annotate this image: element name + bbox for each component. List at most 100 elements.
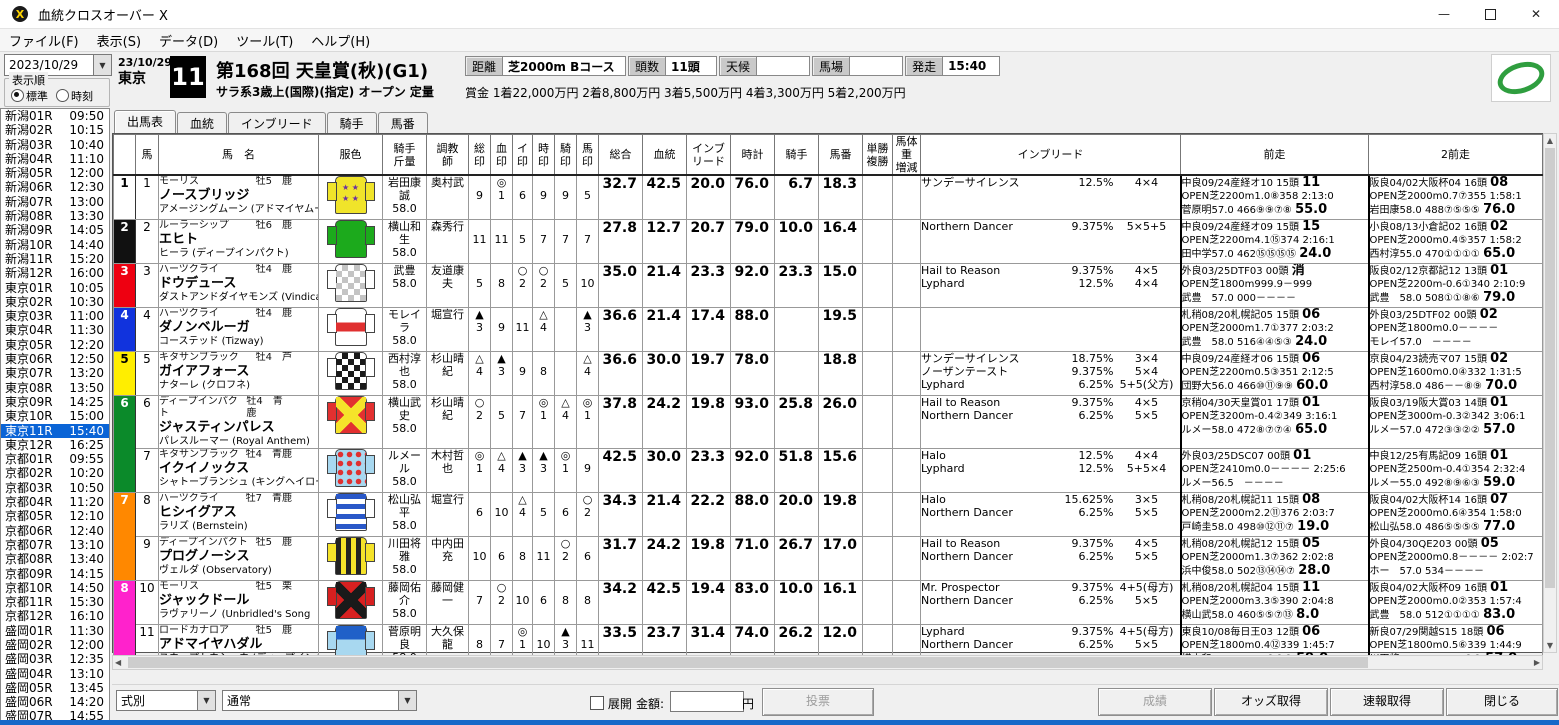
- close-button[interactable]: ✕: [1513, 0, 1559, 28]
- bet-mode-select[interactable]: 通常 ▼: [222, 690, 417, 711]
- race-list-item[interactable]: 新潟10R 14:40: [1, 238, 109, 252]
- race-list-item[interactable]: 新潟11R 15:20: [1, 252, 109, 266]
- horse-row[interactable]: 4 4 ハーツクライ 牡4 鹿 ダノンベルーガ コーステッド (Tizway) …: [113, 307, 1543, 352]
- horse-row[interactable]: 2 2 ルーラーシップ 牡6 鹿 エヒト ヒーラ (ディープインパクト) 横山和…: [113, 219, 1543, 264]
- race-list-item[interactable]: 新潟05R 12:00: [1, 166, 109, 180]
- amount-input[interactable]: [670, 691, 744, 712]
- race-list-item[interactable]: 京都02R 10:20: [1, 466, 109, 480]
- scroll-left-icon[interactable]: ◀: [115, 656, 121, 669]
- race-list-item[interactable]: 京都03R 10:50: [1, 481, 109, 495]
- horizontal-scroll-thumb[interactable]: [128, 657, 1368, 668]
- close-race-button[interactable]: 閉じる: [1446, 688, 1558, 716]
- race-list-item[interactable]: 京都04R 11:20: [1, 495, 109, 509]
- tab-inbreed[interactable]: インブリード: [228, 112, 326, 133]
- race-list-item[interactable]: 京都07R 13:10: [1, 538, 109, 552]
- vertical-scrollbar[interactable]: ▲ ▼: [1543, 133, 1557, 653]
- race-list-item[interactable]: 京都11R 15:30: [1, 595, 109, 609]
- horse-row[interactable]: 3 3 ハーツクライ 牡4 鹿 ドウデュース ダストアンドダイヤモンズ (Vin…: [113, 263, 1543, 308]
- menu-view[interactable]: 表示(S): [88, 29, 150, 52]
- mark-jockey-cell: 7: [554, 219, 577, 264]
- sire-name: キタサンブラック: [159, 352, 239, 364]
- scroll-right-icon[interactable]: ▶: [1534, 656, 1540, 669]
- horse-name-cell: キタサンブラック 牡4 青鹿 イクイノックス シャトーブランシュ (キングヘイロ…: [158, 448, 319, 493]
- dam-name: ダストアンドダイヤモンズ (Vindica: [159, 292, 319, 303]
- order-standard-radio[interactable]: 標準: [11, 88, 48, 104]
- race-list-item[interactable]: 新潟07R 13:00: [1, 195, 109, 209]
- race-list-item[interactable]: 新潟01R 09:50: [1, 109, 109, 123]
- race-list[interactable]: 新潟01R 09:50 新潟02R 10:15 新潟03R 10:40 新潟04R 11:10…: [0, 108, 110, 725]
- race-list-item[interactable]: 盛岡01R 11:30: [1, 624, 109, 638]
- jockey-cell: モレイラ 58.0: [382, 307, 427, 352]
- mark-overall-cell: 10: [468, 536, 491, 581]
- horse-row[interactable]: 5 5 キタサンブラック 牡4 芦 ガイアフォース ナターレ (クロフネ) 西村…: [113, 351, 1543, 396]
- race-list-item[interactable]: 京都08R 13:40: [1, 552, 109, 566]
- race-list-item[interactable]: 京都12R 16:10: [1, 609, 109, 623]
- race-list-item[interactable]: 京都06R 12:40: [1, 524, 109, 538]
- race-list-item[interactable]: 新潟04R 11:10: [1, 152, 109, 166]
- menu-help[interactable]: ヘルプ(H): [302, 29, 379, 52]
- race-list-item[interactable]: 東京07R 13:20: [1, 366, 109, 380]
- results-button[interactable]: 成績: [1098, 688, 1212, 716]
- scroll-up-icon[interactable]: ▲: [1544, 134, 1556, 147]
- race-list-item[interactable]: 盛岡03R 12:35: [1, 652, 109, 666]
- race-list-item[interactable]: 新潟03R 10:40: [1, 138, 109, 152]
- race-list-item[interactable]: 盛岡04R 13:10: [1, 667, 109, 681]
- waku-cell: 1: [113, 174, 136, 220]
- race-list-item[interactable]: 京都05R 12:10: [1, 509, 109, 523]
- tab-horse-number[interactable]: 馬番: [377, 112, 428, 133]
- race-list-item[interactable]: 京都10R 14:50: [1, 581, 109, 595]
- race-list-item[interactable]: 東京03R 11:00: [1, 309, 109, 323]
- race-list-item[interactable]: 盛岡02R 12:00: [1, 638, 109, 652]
- weight-change-cell: [892, 219, 921, 264]
- race-list-item[interactable]: 東京06R 12:50: [1, 352, 109, 366]
- score-total: 36.6: [598, 351, 643, 396]
- horse-row[interactable]: 7 8 ハーツクライ 牡7 青鹿 ヒシイグアス ラリズ (Bernstein) …: [113, 492, 1543, 581]
- race-list-item[interactable]: 東京08R 13:50: [1, 381, 109, 395]
- tab-pedigree[interactable]: 血統: [177, 112, 228, 133]
- menu-tools[interactable]: ツール(T): [227, 29, 302, 52]
- race-list-item[interactable]: 新潟12R 16:00: [1, 266, 109, 280]
- waku-cell: 7: [113, 492, 136, 581]
- horse-row[interactable]: 7 キタサンブラック 牡4 青鹿 イクイノックス シャトーブランシュ (キングヘ…: [114, 448, 1543, 493]
- race-list-item[interactable]: 東京10R 15:00: [1, 409, 109, 423]
- race-list-item[interactable]: 新潟09R 14:05: [1, 223, 109, 237]
- race-list-item[interactable]: 盛岡05R 13:45: [1, 681, 109, 695]
- horizontal-scrollbar[interactable]: ◀ ▶: [112, 655, 1543, 670]
- win-place-odds-cell: [862, 580, 893, 625]
- race-list-item[interactable]: 盛岡06R 14:20: [1, 695, 109, 709]
- horse-row[interactable]: 9 ディープインパクト 牡5 鹿 プログノーシス ヴェルダ (Observato…: [114, 536, 1543, 581]
- race-list-item[interactable]: 東京02R 10:30: [1, 295, 109, 309]
- race-list-item[interactable]: 新潟06R 12:30: [1, 180, 109, 194]
- odds-fetch-button[interactable]: オッズ取得: [1214, 688, 1328, 716]
- flash-fetch-button[interactable]: 速報取得: [1330, 688, 1444, 716]
- race-list-item[interactable]: 京都09R 14:15: [1, 567, 109, 581]
- vertical-scroll-thumb[interactable]: [1545, 148, 1555, 588]
- horse-row[interactable]: 8 10 モーリス 牡5 栗 ジャックドール ラヴァリーノ (Unbridled…: [113, 580, 1543, 669]
- bet-type-select[interactable]: 式別 ▼: [116, 690, 216, 711]
- horse-row[interactable]: 6 6 ディープインパクト 牡4 青鹿 ジャスティンパレス パレスルーマー (R…: [113, 395, 1543, 493]
- scroll-down-icon[interactable]: ▼: [1544, 639, 1556, 652]
- menu-bar: ファイル(F) 表示(S) データ(D) ツール(T) ヘルプ(H): [0, 29, 1559, 52]
- order-time-radio[interactable]: 時刻: [56, 88, 93, 104]
- race-list-item[interactable]: 東京12R 16:25: [1, 438, 109, 452]
- maximize-button[interactable]: [1467, 0, 1513, 28]
- race-list-item[interactable]: 新潟08R 13:30: [1, 209, 109, 223]
- race-list-item[interactable]: 東京11R 15:40: [1, 423, 109, 438]
- vote-button[interactable]: 投票: [762, 688, 874, 716]
- race-list-item[interactable]: 東京05R 12:20: [1, 338, 109, 352]
- expand-checkbox[interactable]: 展開: [590, 695, 632, 712]
- sire-name: ルーラーシップ: [159, 220, 229, 232]
- race-list-item[interactable]: 新潟02R 10:15: [1, 123, 109, 137]
- menu-data[interactable]: データ(D): [150, 29, 227, 52]
- tab-entry-table[interactable]: 出馬表: [114, 110, 177, 134]
- race-list-item[interactable]: 東京09R 14:25: [1, 395, 109, 409]
- silks-cell: [318, 580, 383, 625]
- race-list-item[interactable]: 東京01R 10:05: [1, 281, 109, 295]
- race-list-item[interactable]: 東京04R 11:30: [1, 323, 109, 337]
- horse-number-cell: 9: [135, 536, 159, 581]
- horse-row[interactable]: 1 1 モーリス 牡5 鹿 ノースブリッジ アメージングムーン (アドマイヤムー…: [113, 174, 1543, 220]
- minimize-button[interactable]: —: [1421, 0, 1467, 28]
- race-list-item[interactable]: 京都01R 09:55: [1, 452, 109, 466]
- tab-jockey[interactable]: 騎手: [326, 112, 377, 133]
- menu-file[interactable]: ファイル(F): [0, 29, 88, 52]
